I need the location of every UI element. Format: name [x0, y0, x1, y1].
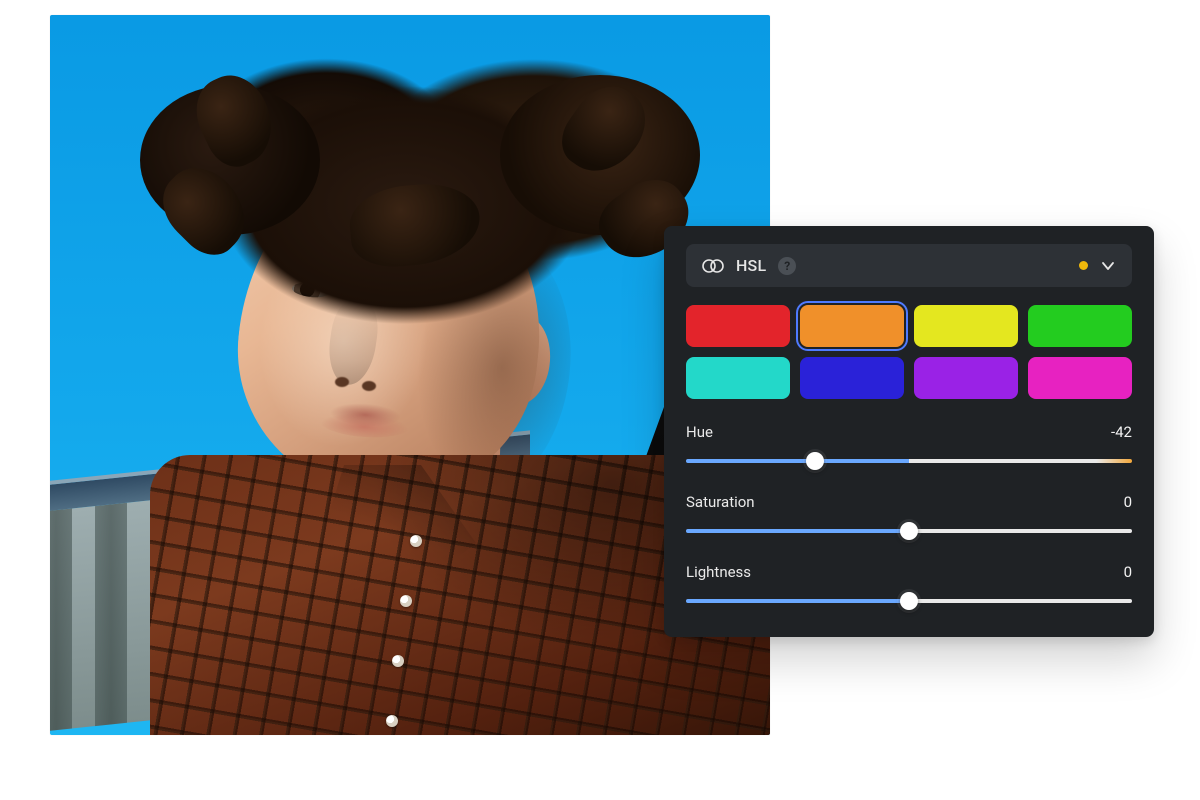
swatch-cyan[interactable]	[686, 357, 790, 399]
saturation-thumb[interactable]	[900, 522, 918, 540]
hsl-icon	[702, 258, 724, 274]
swatch-green[interactable]	[1028, 305, 1132, 347]
hsl-panel: HSL ? Hue -42	[664, 226, 1154, 637]
lightness-thumb[interactable]	[900, 592, 918, 610]
lightness-label: Lightness	[686, 563, 751, 581]
swatch-blue[interactable]	[800, 357, 904, 399]
swatch-red[interactable]	[686, 305, 790, 347]
hue-thumb[interactable]	[806, 452, 824, 470]
saturation-label: Saturation	[686, 493, 755, 511]
lightness-value: 0	[1124, 563, 1132, 581]
hue-label: Hue	[686, 423, 713, 441]
hsl-color-swatches	[686, 305, 1132, 399]
hsl-panel-title: HSL	[736, 256, 766, 275]
edited-photo	[50, 15, 770, 735]
swatch-magenta[interactable]	[1028, 357, 1132, 399]
lightness-slider[interactable]	[686, 591, 1132, 611]
hue-slider[interactable]	[686, 451, 1132, 471]
saturation-slider-block: Saturation 0	[686, 493, 1132, 541]
saturation-slider[interactable]	[686, 521, 1132, 541]
swatch-yellow[interactable]	[914, 305, 1018, 347]
photo-hair	[170, 25, 690, 325]
swatch-orange[interactable]	[800, 305, 904, 347]
hsl-panel-header[interactable]: HSL ?	[686, 244, 1132, 287]
help-icon[interactable]: ?	[778, 257, 796, 275]
swatch-purple[interactable]	[914, 357, 1018, 399]
modified-indicator-dot	[1079, 261, 1088, 270]
lightness-slider-block: Lightness 0	[686, 563, 1132, 611]
hue-value: -42	[1111, 423, 1132, 441]
chevron-down-icon[interactable]	[1100, 258, 1116, 274]
saturation-value: 0	[1124, 493, 1132, 511]
hue-slider-block: Hue -42	[686, 423, 1132, 471]
